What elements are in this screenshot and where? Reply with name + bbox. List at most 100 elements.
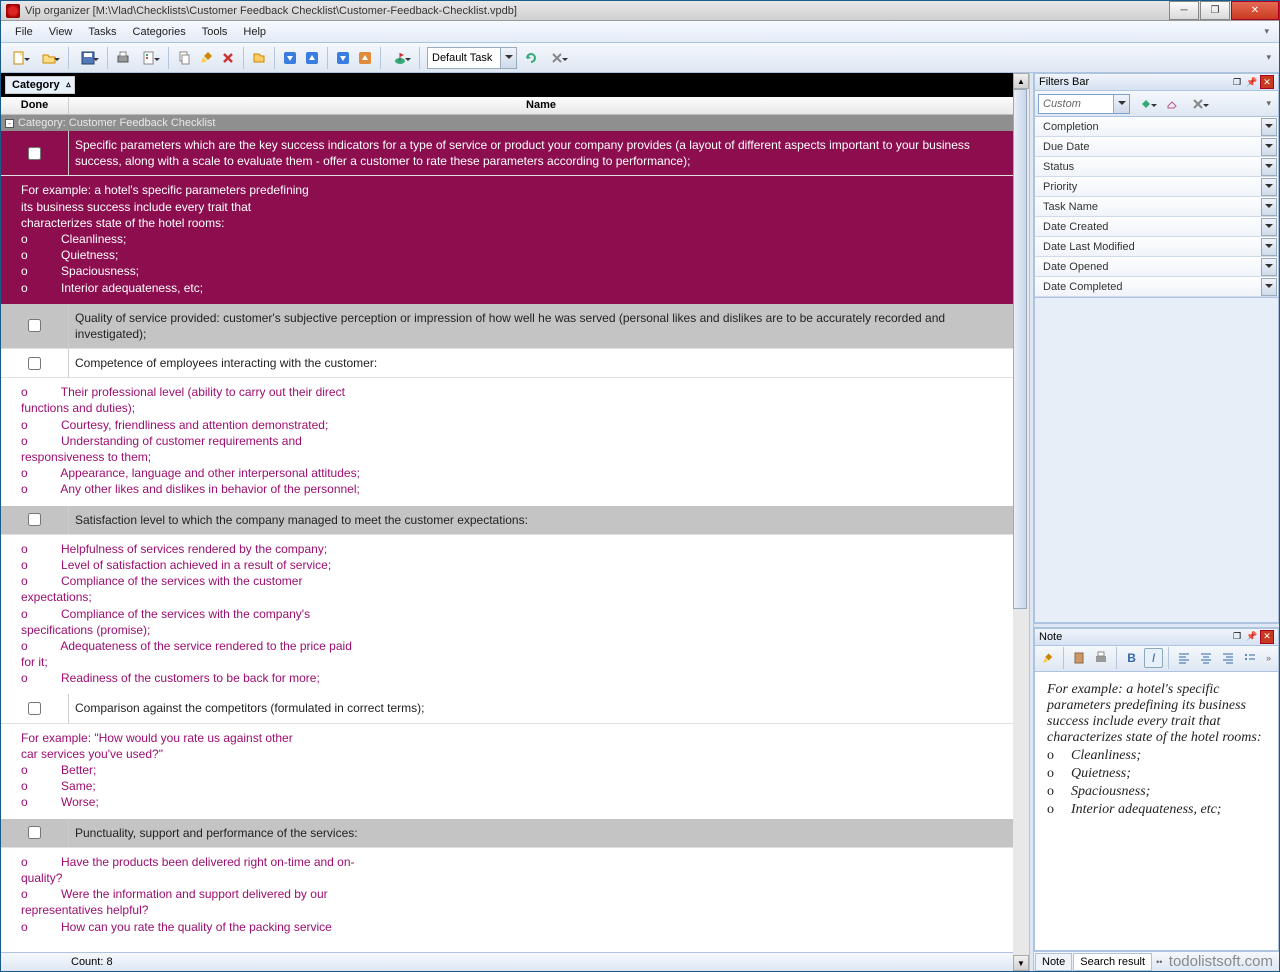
report-button[interactable] — [135, 48, 163, 68]
menu-categories[interactable]: Categories — [125, 23, 194, 41]
category-row[interactable]: - Category: Customer Feedback Checklist — [1, 115, 1013, 131]
filter-row[interactable]: Due Date — [1035, 137, 1278, 157]
filter-remove-button[interactable] — [1184, 94, 1212, 114]
panel-close-icon[interactable]: ✕ — [1260, 75, 1274, 89]
filter-row[interactable]: Priority — [1035, 177, 1278, 197]
menu-overflow[interactable]: ▾ — [1260, 26, 1273, 37]
open-button[interactable] — [35, 48, 63, 68]
task-checkbox[interactable] — [28, 357, 41, 370]
filter-list: CompletionDue DateStatusPriorityTask Nam… — [1034, 117, 1279, 298]
filter-dropdown[interactable] — [1261, 278, 1277, 296]
panel-restore-icon[interactable]: ❐ — [1230, 75, 1244, 89]
task-note: o Have the products been delivered right… — [1, 848, 1013, 943]
italic-button[interactable]: I — [1144, 648, 1164, 668]
filter-row[interactable]: Status — [1035, 157, 1278, 177]
task-row[interactable]: Competence of employees interacting with… — [1, 349, 1013, 378]
filter-dropdown[interactable] — [1261, 138, 1277, 156]
maximize-button[interactable]: ❐ — [1200, 1, 1230, 20]
status-overflow[interactable]: •• — [1152, 957, 1166, 967]
edit-button[interactable] — [196, 48, 216, 68]
note-restore-icon[interactable]: ❐ — [1230, 630, 1244, 644]
down2-button[interactable] — [333, 48, 353, 68]
panel-pin-icon[interactable]: 📌 — [1245, 75, 1259, 89]
filter-dropdown[interactable] — [1261, 178, 1277, 196]
grid-body[interactable]: - Category: Customer Feedback Checklist … — [1, 115, 1013, 952]
task-row[interactable]: Quality of service provided: customer's … — [1, 304, 1013, 349]
menu-tasks[interactable]: Tasks — [80, 23, 124, 41]
task-row[interactable]: Satisfaction level to which the company … — [1, 506, 1013, 535]
refresh-button[interactable] — [521, 48, 541, 68]
down-button[interactable] — [280, 48, 300, 68]
group-by-pill[interactable]: Category — [5, 76, 75, 94]
close-button[interactable]: ✕ — [1231, 1, 1279, 20]
flag-button[interactable] — [386, 48, 414, 68]
filter-preset-combo[interactable]: Custom — [1038, 94, 1130, 114]
task-combo-input[interactable] — [428, 48, 500, 68]
note-pin-icon[interactable]: 📌 — [1245, 630, 1259, 644]
vertical-scrollbar[interactable]: ▲ ▼ — [1013, 73, 1029, 971]
delete-button[interactable] — [218, 48, 238, 68]
scroll-thumb[interactable] — [1013, 89, 1027, 609]
filter-dropdown[interactable] — [1261, 218, 1277, 236]
task-row[interactable]: Specific parameters which are the key su… — [1, 131, 1013, 176]
filter-dropdown[interactable] — [1261, 118, 1277, 136]
task-checkbox[interactable] — [28, 826, 41, 839]
task-combo-dropdown[interactable] — [500, 48, 516, 68]
task-row[interactable]: Punctuality, support and performance of … — [1, 819, 1013, 848]
toolbar-overflow[interactable]: ▾ — [1262, 52, 1275, 63]
filter-row[interactable]: Task Name — [1035, 197, 1278, 217]
filter-dropdown[interactable] — [1261, 198, 1277, 216]
filter-row[interactable]: Date Created — [1035, 217, 1278, 237]
column-name[interactable]: Name — [69, 97, 1013, 114]
menu-file[interactable]: File — [7, 23, 41, 41]
task-combo[interactable] — [427, 47, 517, 69]
bullets-button[interactable] — [1240, 648, 1260, 668]
save-button[interactable] — [74, 48, 102, 68]
new-doc-button[interactable] — [5, 48, 33, 68]
print-button[interactable] — [113, 48, 133, 68]
filter-row[interactable]: Completion — [1035, 117, 1278, 137]
align-left-button[interactable] — [1174, 648, 1194, 668]
note-body[interactable]: For example: a hotel's specific paramete… — [1034, 672, 1279, 952]
scroll-down-button[interactable]: ▼ — [1013, 955, 1029, 971]
note-paste-button[interactable] — [1069, 648, 1089, 668]
up2-button[interactable] — [355, 48, 375, 68]
note-overflow[interactable]: » — [1262, 653, 1275, 663]
collapse-icon[interactable]: - — [5, 119, 14, 128]
filter-row[interactable]: Date Completed — [1035, 277, 1278, 297]
task-checkbox[interactable] — [28, 147, 41, 160]
bold-button[interactable]: B — [1122, 648, 1142, 668]
task-row[interactable]: Comparison against the competitors (form… — [1, 694, 1013, 723]
filter-row[interactable]: Date Last Modified — [1035, 237, 1278, 257]
filter-clear-button[interactable] — [1162, 94, 1182, 114]
status-tab-note[interactable]: Note — [1035, 953, 1072, 971]
note-close-icon[interactable]: ✕ — [1260, 630, 1274, 644]
task-checkbox[interactable] — [28, 702, 41, 715]
column-done[interactable]: Done — [1, 97, 69, 114]
titlebar: Vip organizer [M:\Vlad\Checklists\Custom… — [1, 1, 1279, 21]
up-button[interactable] — [302, 48, 322, 68]
filter-row[interactable]: Date Opened — [1035, 257, 1278, 277]
filter-dropdown[interactable] — [1261, 258, 1277, 276]
align-center-button[interactable] — [1196, 648, 1216, 668]
menu-tools[interactable]: Tools — [194, 23, 236, 41]
filter-add-button[interactable] — [1132, 94, 1160, 114]
category-button[interactable] — [249, 48, 269, 68]
menu-help[interactable]: Help — [235, 23, 274, 41]
scroll-up-button[interactable]: ▲ — [1013, 73, 1029, 89]
clear-button[interactable] — [543, 48, 571, 68]
align-right-button[interactable] — [1218, 648, 1238, 668]
menu-view[interactable]: View — [41, 23, 81, 41]
status-tab-search[interactable]: Search result — [1073, 953, 1152, 971]
filter-dropdown[interactable] — [1261, 158, 1277, 176]
filter-overflow[interactable]: ▾ — [1262, 98, 1275, 109]
brand-label: todolistsoft.com — [1169, 953, 1279, 970]
minimize-button[interactable]: ─ — [1169, 1, 1199, 20]
note-edit-button[interactable] — [1038, 648, 1058, 668]
task-checkbox[interactable] — [28, 513, 41, 526]
task-checkbox[interactable] — [28, 319, 41, 332]
filter-dropdown[interactable] — [1261, 238, 1277, 256]
filter-preset-dropdown[interactable] — [1113, 95, 1129, 113]
copy-button[interactable] — [174, 48, 194, 68]
note-print-button[interactable] — [1091, 648, 1111, 668]
